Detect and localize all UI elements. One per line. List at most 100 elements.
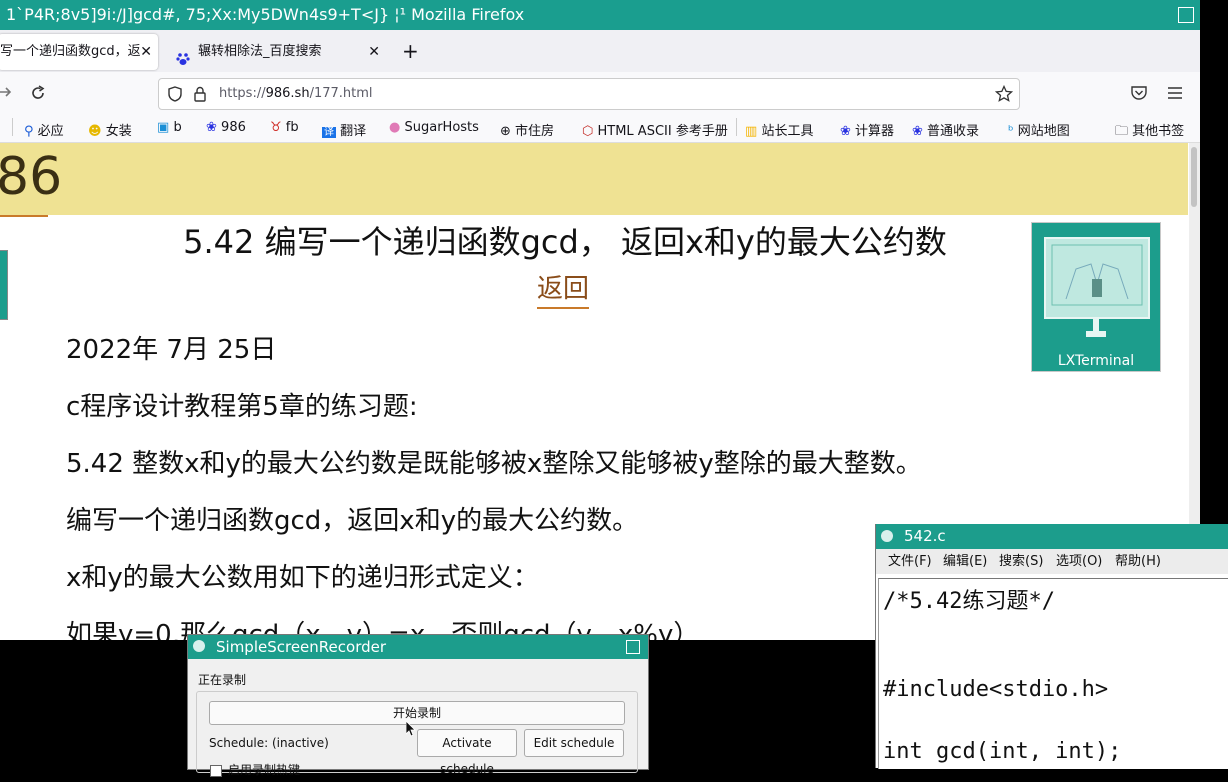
site-logo[interactable]: 86 [0, 147, 62, 207]
firefox-titlebar[interactable]: 1`P4R;8v5]9i:/J]gcd#, 75;Xx:My5DWn4s9+T<… [0, 0, 1200, 30]
menu-icon[interactable] [1167, 85, 1183, 99]
code-line: #include<stdio.h> [883, 677, 1109, 702]
back-link[interactable]: 返回 [537, 271, 590, 309]
url-prefix: https:// [219, 86, 266, 101]
bookmark-label: HTML ASCII 参考手册 [597, 124, 728, 139]
menu-options[interactable]: 选项(O) [1056, 549, 1102, 575]
forward-icon[interactable] [0, 82, 14, 102]
window-menu-icon[interactable] [193, 640, 205, 652]
tab-baidu-search[interactable]: 辗转相除法_百度搜索 ✕ [170, 34, 386, 70]
tv-icon: ▣ [157, 120, 170, 135]
window-menu-icon[interactable] [881, 530, 893, 542]
hotkey-checkbox[interactable] [210, 765, 222, 777]
desktop-icon-label: LXTerminal [1057, 353, 1135, 369]
shield-icon[interactable] [167, 86, 183, 102]
pocket-icon[interactable] [1130, 84, 1148, 102]
bookmark-shizhufang[interactable]: ⊕ 市住房 [500, 120, 554, 139]
menu-search[interactable]: 搜索(S) [999, 549, 1043, 575]
bookmark-label: 普通收录 [927, 124, 980, 139]
maximize-icon[interactable] [626, 640, 640, 654]
bookmark-translate[interactable]: 译 翻译 [322, 120, 366, 139]
editor-text-area[interactable]: /*5.42练习题*/ #include<stdio.h> int gcd(in… [878, 578, 1228, 769]
tab-gcd[interactable]: 写一个递归函数gcd，返 ✕ [0, 34, 158, 70]
bookmark-sugarhosts[interactable]: ● SugarHosts [389, 120, 479, 135]
page-title: 5.42 编写一个递归函数gcd， 返回x和y的最大公约数 [183, 223, 947, 261]
bookmark-label: 翻译 [340, 124, 367, 139]
paragraph: 编写一个递归函数gcd，返回x和y的最大公约数。 [66, 506, 639, 536]
bull-icon: ♉ [270, 120, 282, 135]
bookmark-label: 必应 [37, 124, 64, 139]
paw-icon: ❀ [840, 124, 851, 139]
bookmark-star-icon[interactable] [994, 84, 1014, 103]
url-text: https://986.sh/177.html [219, 79, 373, 109]
new-tab-button[interactable]: + [402, 39, 419, 63]
url-bar[interactable]: https://986.sh/177.html [158, 78, 1020, 110]
bookmark-label: b [173, 120, 182, 135]
translate-icon: 译 [322, 127, 336, 138]
folder-icon: 🗀 [1115, 124, 1129, 139]
bookmark-label: fb [285, 120, 299, 135]
separator [12, 118, 13, 136]
maximize-icon[interactable] [1178, 7, 1194, 23]
face-icon: ☻ [88, 124, 102, 139]
monitor-icon [1044, 237, 1150, 319]
html-icon: ⬡ [582, 124, 594, 139]
bookmark-label: 站长工具 [761, 124, 814, 139]
menu-file[interactable]: 文件(F) [888, 549, 932, 575]
url-host: 986.sh [265, 86, 310, 101]
bookmark-label: 网站地图 [1017, 124, 1070, 139]
bookmark-label: 女装 [105, 124, 132, 139]
sugarhosts-icon: ● [389, 120, 401, 135]
activate-schedule-button[interactable]: Activate schedule [417, 729, 517, 776]
baidu-paw-icon [176, 45, 190, 65]
recorder-titlebar[interactable]: SimpleScreenRecorder [188, 635, 648, 659]
tab-close-icon[interactable]: ✕ [140, 34, 152, 70]
desktop-icon-fragment [0, 250, 8, 320]
globe-icon: ⊕ [500, 124, 511, 139]
bookmark-bing[interactable]: ⚲ 必应 [24, 120, 64, 139]
tab-close-icon[interactable]: ✕ [368, 34, 380, 70]
editor-titlebar[interactable]: 542.c [876, 524, 1228, 549]
editor-title: 542.c [904, 527, 946, 545]
lock-icon[interactable] [193, 86, 207, 102]
bookmark-sitemap[interactable]: ᵇ 网站地图 [1008, 120, 1070, 139]
lxterminal-desktop-icon[interactable]: LXTerminal [1031, 222, 1161, 372]
paragraph: x和y的最大公数用如下的递归形式定义： [66, 563, 539, 593]
paragraph: c程序设计教程第5章的练习题: [66, 392, 418, 422]
paragraph: 5.42 整数x和y的最大公约数是既能够被x整除又能够被y整除的最大整数。 [66, 449, 922, 479]
post-date: 2022年 7月 25日 [66, 335, 277, 365]
start-recording-button[interactable]: 开始录制 [209, 701, 625, 725]
bookmark-general-index[interactable]: ❀ 普通收录 [912, 120, 979, 139]
editor-menubar: 文件(F) 编辑(E) 搜索(S) 选项(O) 帮助(H) [876, 549, 1228, 574]
bookmark-html-ascii[interactable]: ⬡ HTML ASCII 参考手册 [582, 120, 728, 139]
bookmark-label: 其他书签 [1132, 124, 1185, 139]
schedule-status: Schedule: (inactive) [209, 736, 329, 750]
bookmark-fb[interactable]: ♉ fb [270, 120, 299, 135]
reload-icon[interactable] [30, 85, 46, 101]
site-banner [0, 143, 1188, 215]
bookmark-nvzhuang[interactable]: ☻ 女装 [88, 120, 132, 139]
bookmark-label: 986 [221, 120, 246, 135]
scrollbar-thumb[interactable] [1191, 147, 1197, 207]
bookmark-label: 计算器 [855, 124, 895, 139]
separator [736, 118, 737, 136]
tab-label: 辗转相除法_百度搜索 [198, 44, 322, 59]
paw-icon: ❀ [206, 120, 217, 135]
bookmark-webmaster-tools[interactable]: ▥ 站长工具 [745, 120, 813, 139]
bookmark-label: 市住房 [515, 124, 555, 139]
recorder-title: SimpleScreenRecorder [216, 638, 387, 656]
other-bookmarks-folder[interactable]: 🗀 其他书签 [1115, 120, 1184, 144]
code-line: /*5.42练习题*/ [883, 589, 1055, 614]
monitor-stand-icon [1084, 319, 1108, 341]
code-line: int gcd(int, int); [883, 739, 1122, 764]
menu-help[interactable]: 帮助(H) [1115, 549, 1161, 575]
bookmark-986[interactable]: ❀ 986 [206, 120, 246, 135]
paw-icon: ❀ [912, 124, 923, 139]
url-path: /177.html [309, 86, 373, 101]
edit-schedule-button[interactable]: Edit schedule [524, 729, 624, 757]
bookmark-b[interactable]: ▣ b [157, 120, 182, 135]
bookmark-calculator[interactable]: ❀ 计算器 [840, 120, 894, 139]
window-title: 1`P4R;8v5]9i:/J]gcd#, 75;Xx:My5DWn4s9+T<… [6, 5, 525, 24]
text-editor-window: 542.c 文件(F) 编辑(E) 搜索(S) 选项(O) 帮助(H) /*5.… [875, 524, 1228, 769]
menu-edit[interactable]: 编辑(E) [943, 549, 987, 575]
